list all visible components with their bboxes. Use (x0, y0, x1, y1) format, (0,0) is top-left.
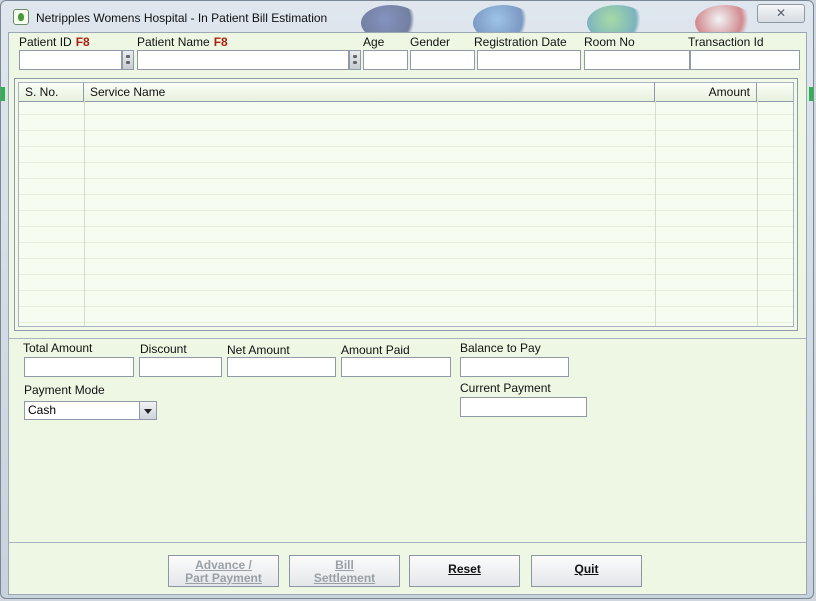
room-no-label: Room No (584, 35, 635, 49)
bill-line2: Settlement (313, 571, 376, 585)
patient-id-hotkey: F8 (75, 35, 90, 49)
grid-column-divider (757, 101, 758, 326)
total-amount-label: Total Amount (23, 341, 93, 355)
current-payment-input[interactable] (460, 397, 587, 417)
chevron-down-icon[interactable] (139, 402, 156, 419)
patient-id-input[interactable] (19, 50, 122, 70)
total-amount-input[interactable] (24, 357, 134, 377)
form-body: Patient ID F8 Patient Name F8 Age Gender R… (8, 32, 807, 595)
column-header-extra (757, 83, 793, 101)
quit-label: Quit (574, 562, 599, 576)
amount-paid-label: Amount Paid (341, 343, 410, 357)
section-divider (9, 338, 806, 339)
discount-label: Discount (140, 342, 187, 356)
column-header-sno[interactable]: S. No. (19, 83, 84, 101)
reset-label: Reset (448, 562, 481, 576)
age-input[interactable] (363, 50, 408, 70)
payment-mode-select[interactable]: Cash (24, 401, 157, 420)
patient-name-label: Patient Name F8 (137, 35, 228, 49)
services-grid-body[interactable]: S. No. Service Name Amount (18, 82, 794, 327)
registration-date-input[interactable] (477, 50, 581, 70)
footer-divider (9, 542, 806, 543)
quit-button[interactable]: Quit (531, 555, 642, 587)
bill-settlement-button[interactable]: Bill Settlement (289, 555, 400, 587)
column-header-amount[interactable]: Amount (655, 83, 757, 101)
payment-mode-value: Cash (28, 403, 57, 417)
patient-id-spinner[interactable] (122, 50, 134, 70)
transaction-id-input[interactable] (690, 50, 800, 70)
net-amount-input[interactable] (227, 357, 336, 377)
right-edge-marker (809, 87, 813, 101)
grid-column-divider (84, 101, 85, 326)
left-edge-marker (1, 87, 5, 101)
grid-column-divider (655, 101, 656, 326)
discount-input[interactable] (139, 357, 222, 377)
patient-name-hotkey: F8 (213, 35, 228, 49)
amount-paid-input[interactable] (341, 357, 451, 377)
payment-mode-label: Payment Mode (24, 383, 105, 397)
transaction-id-label: Transaction Id (688, 35, 764, 49)
age-label: Age (363, 35, 385, 49)
bill-estimation-window: Netripples Womens Hospital - In Patient … (0, 0, 814, 599)
grid-header: S. No. Service Name Amount (19, 83, 793, 102)
gender-label: Gender (410, 35, 451, 49)
close-button[interactable]: ✕ (757, 4, 805, 23)
advance-line2: Part Payment (185, 571, 262, 585)
balance-to-pay-input[interactable] (460, 357, 569, 377)
patient-name-input[interactable] (137, 50, 349, 70)
registration-date-label: Registration Date (474, 35, 567, 49)
title-bar[interactable]: Netripples Womens Hospital - In Patient … (1, 1, 813, 41)
balance-to-pay-label: Balance to Pay (460, 341, 541, 355)
gender-input[interactable] (410, 50, 475, 70)
room-no-input[interactable] (584, 50, 690, 70)
hospital-app-icon (13, 9, 29, 25)
window-title: Netripples Womens Hospital - In Patient … (36, 11, 328, 25)
column-header-service-name[interactable]: Service Name (84, 83, 655, 101)
patient-name-spinner[interactable] (349, 50, 361, 70)
current-payment-label: Current Payment (460, 381, 551, 395)
reset-button[interactable]: Reset (409, 555, 520, 587)
net-amount-label: Net Amount (227, 343, 290, 357)
advance-part-payment-button[interactable]: Advance / Part Payment (168, 555, 279, 587)
patient-id-label: Patient ID F8 (19, 35, 90, 49)
services-grid[interactable]: S. No. Service Name Amount (14, 78, 798, 331)
